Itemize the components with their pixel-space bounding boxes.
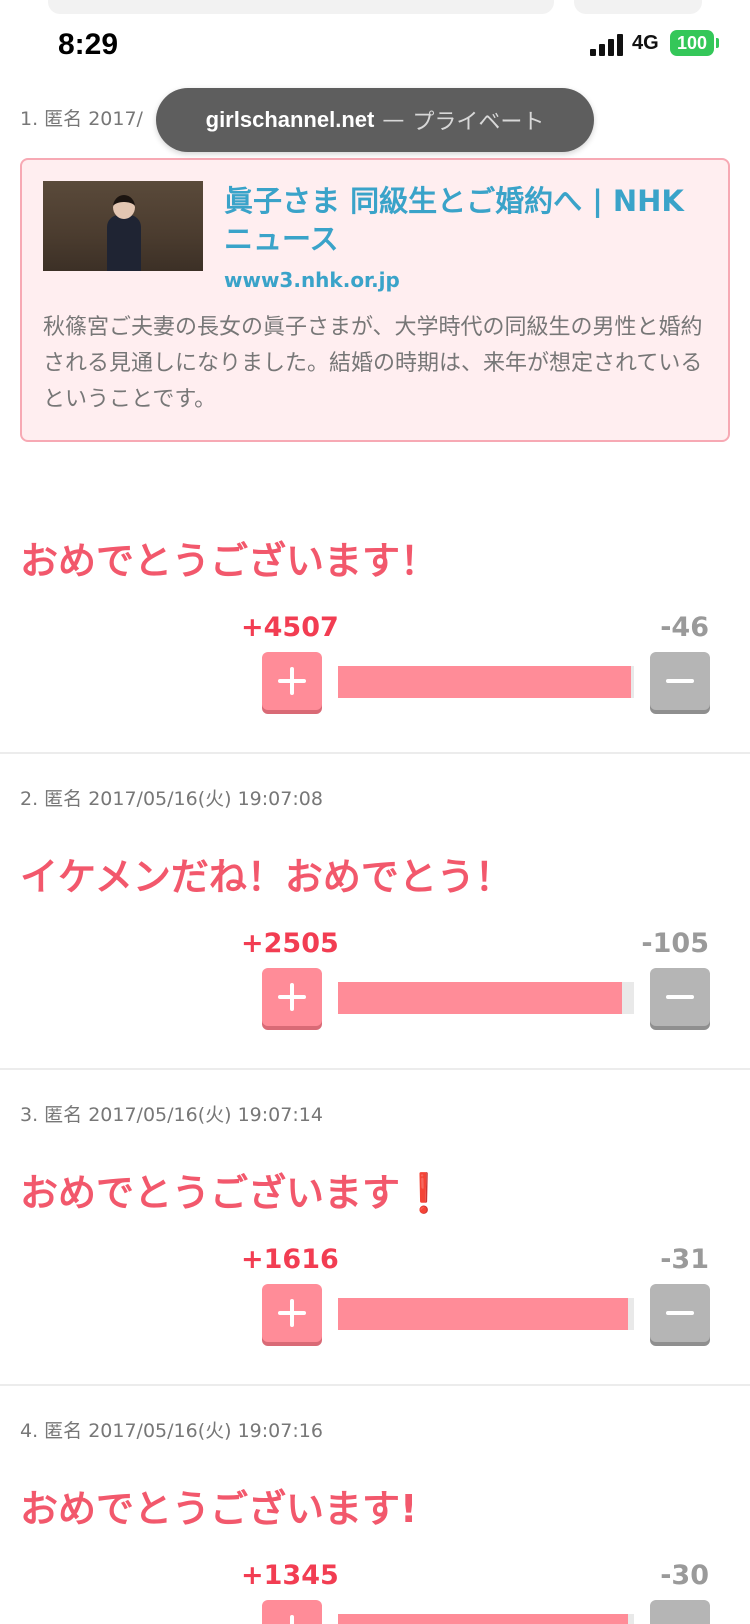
minus-vote-button[interactable] (650, 652, 710, 710)
minus-count: -105 (641, 928, 709, 959)
cellular-signal-icon (590, 34, 626, 56)
browser-tab[interactable] (48, 0, 554, 14)
minus-count: -31 (660, 1244, 709, 1275)
url-separator: — (382, 107, 405, 133)
browser-tab[interactable] (574, 0, 702, 14)
comment-meta: 3. 匿名 2017/05/16(火) 19:07:14 (20, 1104, 323, 1126)
status-bar: 8:29 4G 100 (0, 18, 750, 74)
comment-body: イケメンだね！おめでとう！ (20, 855, 513, 899)
plus-vote-button[interactable] (262, 1284, 322, 1342)
link-title[interactable]: 眞子さま 同級生とご婚約へ | NHKニュース (224, 182, 704, 258)
comment-meta: 4. 匿名 2017/05/16(火) 19:07:16 (20, 1420, 323, 1442)
vote-ratio-fill (338, 666, 631, 698)
plus-count: +2505 (241, 928, 339, 959)
minus-count: -46 (660, 612, 709, 643)
network-type: 4G (632, 32, 659, 54)
plus-vote-button[interactable] (262, 1600, 322, 1624)
comment-divider (0, 752, 750, 754)
link-preview-card[interactable]: 眞子さま 同級生とご婚約へ | NHKニュース www3.nhk.or.jp 秋… (20, 158, 730, 442)
exclamation-icon: ❗ (400, 1171, 448, 1215)
battery-icon: 100 (670, 30, 714, 56)
comment-body-text: おめでとうございます (20, 1171, 401, 1215)
minus-vote-button[interactable] (650, 968, 710, 1026)
private-mode-label: プライベート (412, 110, 545, 135)
minus-vote-button[interactable] (650, 1600, 710, 1624)
link-description: 秋篠宮ご夫妻の長女の眞子さまが、大学時代の同級生の男性と婚約される見通しになりま… (43, 315, 703, 412)
minus-vote-button[interactable] (650, 1284, 710, 1342)
plus-vote-button[interactable] (262, 652, 322, 710)
vote-ratio-bar (338, 1298, 634, 1330)
top-tab-strip (0, 0, 750, 14)
status-time: 8:29 (58, 28, 119, 61)
battery-tip (716, 38, 719, 48)
plus-count: +4507 (241, 612, 339, 643)
comment-body: おめでとうございます! (20, 1487, 418, 1531)
comment-body: おめでとうございます！ (20, 539, 439, 583)
url-host: girlschannel.net (205, 107, 375, 132)
vote-ratio-bar (338, 982, 634, 1014)
vote-ratio-fill (338, 1614, 628, 1624)
plus-count: +1345 (241, 1560, 339, 1591)
minus-count: -30 (660, 1560, 709, 1591)
comment-divider (0, 1384, 750, 1386)
comment-divider (0, 1068, 750, 1070)
vote-ratio-fill (338, 1298, 629, 1330)
link-domain: www3.nhk.or.jp (224, 268, 400, 292)
comment-body: おめでとうございます❗ (20, 1162, 447, 1217)
comment-meta: 2. 匿名 2017/05/16(火) 19:07:08 (20, 788, 323, 810)
plus-vote-button[interactable] (262, 968, 322, 1026)
vote-ratio-bar (338, 666, 634, 698)
vote-ratio-bar (338, 1614, 634, 1624)
news-thumbnail (43, 181, 203, 271)
vote-ratio-fill (338, 982, 623, 1014)
plus-count: +1616 (241, 1244, 339, 1275)
address-bar[interactable]: girlschannel.net — プライベート (156, 88, 594, 152)
comment-meta: 1. 匿名 2017/ (20, 108, 143, 130)
